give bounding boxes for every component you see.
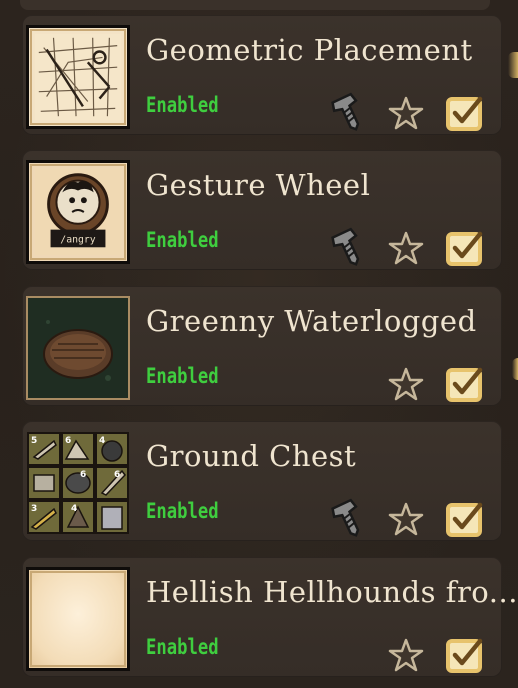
star-icon[interactable] xyxy=(388,95,424,131)
checkbox-checked-icon[interactable] xyxy=(444,364,486,404)
wrench-icon[interactable] xyxy=(330,497,366,539)
mod-status: Enabled xyxy=(146,228,219,252)
slot-count: 4 xyxy=(99,436,105,446)
slot-count: 6 xyxy=(80,470,86,480)
checkbox-checked-icon[interactable] xyxy=(444,228,486,268)
mod-status: Enabled xyxy=(146,93,219,117)
star-icon[interactable] xyxy=(388,501,424,537)
gesture-label: /angry xyxy=(60,234,95,245)
scrollbar-edge[interactable] xyxy=(512,358,518,380)
mod-row-ground-chest[interactable]: 5 6 4 6 6 3 4 Ground Chest Enabled xyxy=(22,421,502,541)
scrollbar-edge[interactable] xyxy=(508,52,518,78)
mod-status: Enabled xyxy=(146,499,219,523)
ground-chest-thumbnail: 5 6 4 6 6 3 4 xyxy=(26,431,130,535)
slot-count: 6 xyxy=(114,470,120,480)
slot-count: 6 xyxy=(65,436,71,446)
mod-title: Ground Chest xyxy=(146,439,357,473)
checkbox-checked-icon[interactable] xyxy=(444,635,486,675)
star-icon[interactable] xyxy=(388,230,424,266)
mod-title: Geometric Placement xyxy=(146,33,473,67)
star-icon[interactable] xyxy=(388,366,424,402)
slot-count: 3 xyxy=(31,504,37,514)
mod-title: Gesture Wheel xyxy=(146,168,371,202)
mod-status: Enabled xyxy=(146,635,219,659)
previous-mod-row-edge xyxy=(20,0,490,10)
mod-title: Greenny Waterlogged xyxy=(146,304,477,338)
mod-row-gesture-wheel[interactable]: /angry Gesture Wheel Enabled xyxy=(22,150,502,270)
slot-count: 4 xyxy=(71,504,77,514)
star-icon[interactable] xyxy=(388,637,424,673)
mod-row-hellish-hellhounds[interactable]: Hellish Hellhounds fro... Enabled xyxy=(22,557,517,677)
wrench-icon[interactable] xyxy=(330,91,366,133)
mod-row-greenny-waterlogged[interactable]: Greenny Waterlogged Enabled xyxy=(22,286,502,406)
mod-title: Hellish Hellhounds fro... xyxy=(146,575,518,609)
greenny-waterlogged-thumbnail xyxy=(26,296,130,400)
mod-row-geometric-placement[interactable]: Geometric Placement Enabled xyxy=(22,15,502,135)
geometric-placement-thumbnail xyxy=(26,25,130,129)
hellish-hellhounds-thumbnail xyxy=(26,567,130,671)
checkbox-checked-icon[interactable] xyxy=(444,93,486,133)
slot-count: 5 xyxy=(31,436,37,446)
mod-status: Enabled xyxy=(146,364,219,388)
gesture-wheel-thumbnail: /angry xyxy=(26,160,130,264)
checkbox-checked-icon[interactable] xyxy=(444,499,486,539)
wrench-icon[interactable] xyxy=(330,226,366,268)
